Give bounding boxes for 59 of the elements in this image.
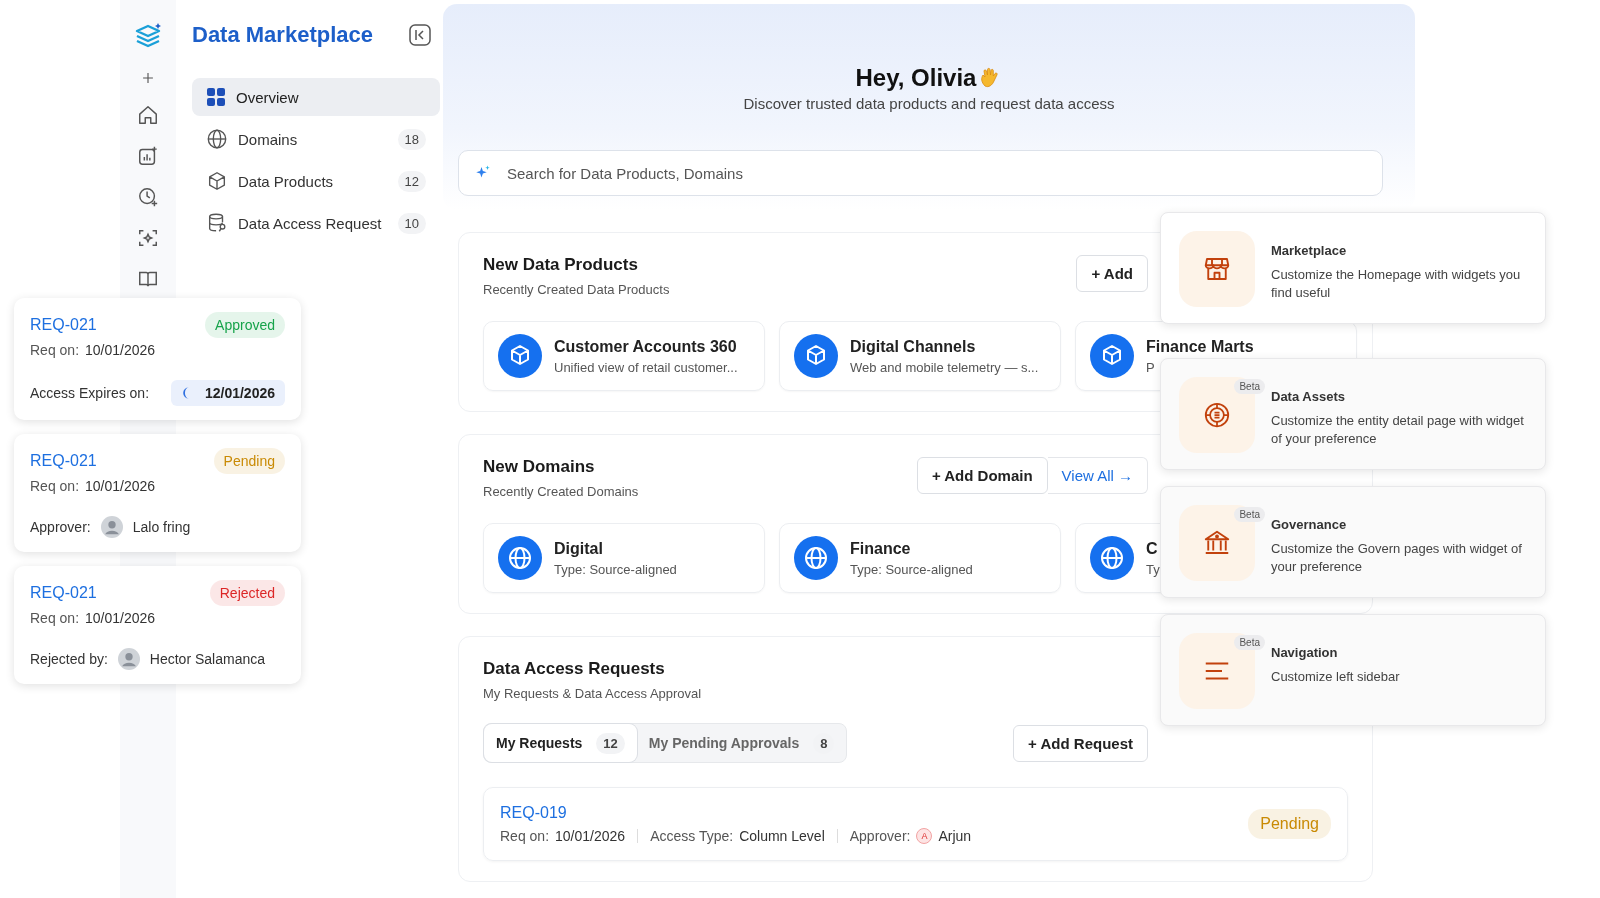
meta-label: Approver: <box>30 519 91 535</box>
person-name: Lalo fring <box>132 519 191 535</box>
item-description: Type: Source-aligned <box>554 562 677 577</box>
item-description: Unified view of retail customer... <box>554 360 738 375</box>
meta-label: Access Expires on: <box>30 385 150 401</box>
section-subtitle: My Requests & Data Access Approval <box>483 685 702 703</box>
expiry-date-chip: 12/01/2026 <box>170 380 285 406</box>
meta-label: Approver: <box>849 828 911 844</box>
item-title: Digital <box>554 539 604 559</box>
item-title: Customer Accounts 360 <box>554 337 738 357</box>
widget-title: Governance <box>1271 517 1348 532</box>
meta-label: Rejected by: <box>30 651 108 667</box>
count-badge: 12 <box>397 170 426 192</box>
widget-description: Customize the Homepage with widgets you find useful <box>1271 266 1522 302</box>
person-name: Hector Salamanca <box>149 651 265 667</box>
meta-value: 10/01/2026 <box>85 610 156 626</box>
meta-value: Arjun <box>938 828 972 844</box>
section-subtitle: Recently Created Data Products <box>483 281 670 299</box>
item-description: P <box>1146 360 1156 375</box>
beta-badge: Beta <box>1234 507 1265 522</box>
item-description: Web and mobile telemetry — s... <box>850 360 1039 375</box>
item-description: Type: Source-aligned <box>850 562 973 577</box>
widget-description: Customize the Govern pages with widget of your preference <box>1271 540 1523 576</box>
item-title: C <box>1146 539 1159 559</box>
meta-label: Req on: <box>500 828 550 844</box>
meta-value: Column Level <box>739 828 825 844</box>
widget-title: Data Assets <box>1271 389 1346 404</box>
meta-value: 10/01/2026 <box>85 478 156 494</box>
meta-label: Req on: <box>30 478 80 494</box>
item-description: Ty <box>1146 562 1160 577</box>
app-title: Data Marketplace <box>192 22 373 48</box>
meta-value: 10/01/2026 <box>555 828 626 844</box>
status-badge: Pending <box>213 448 285 474</box>
meta-label: Req on: <box>30 610 80 626</box>
count-badge: 12 <box>596 732 625 754</box>
widget-description: Customize left sidebar <box>1271 668 1400 686</box>
beta-badge: Beta <box>1234 379 1265 394</box>
meta-label: Access Type: <box>650 828 734 844</box>
count-badge: 18 <box>397 128 426 150</box>
greeting: Hey, Olivia <box>855 64 977 92</box>
section-title: Data Access Requests <box>483 659 665 679</box>
count-badge: 10 <box>397 212 426 234</box>
status-badge: Rejected <box>209 580 285 606</box>
meta-label: Req on: <box>30 342 80 358</box>
widget-title: Marketplace <box>1271 243 1348 258</box>
section-title: New Domains <box>483 457 595 477</box>
item-title: Digital Channels <box>850 337 977 357</box>
item-title: Finance Marts <box>1146 337 1254 357</box>
item-title: Finance <box>850 539 912 559</box>
hero-subtitle: Discover trusted data products and request data access <box>743 94 1115 114</box>
status-badge: Approved <box>205 312 285 338</box>
meta-value: 10/01/2026 <box>85 342 156 358</box>
beta-badge: Beta <box>1234 635 1265 650</box>
section-subtitle: Recently Created Domains <box>483 483 639 501</box>
widget-title: Navigation <box>1271 645 1339 660</box>
section-title: New Data Products <box>483 255 638 275</box>
avatar-initial: A <box>916 828 933 844</box>
status-badge: Pending <box>1248 809 1331 839</box>
widget-description: Customize the entity detail page with widget of your preference <box>1271 412 1525 448</box>
